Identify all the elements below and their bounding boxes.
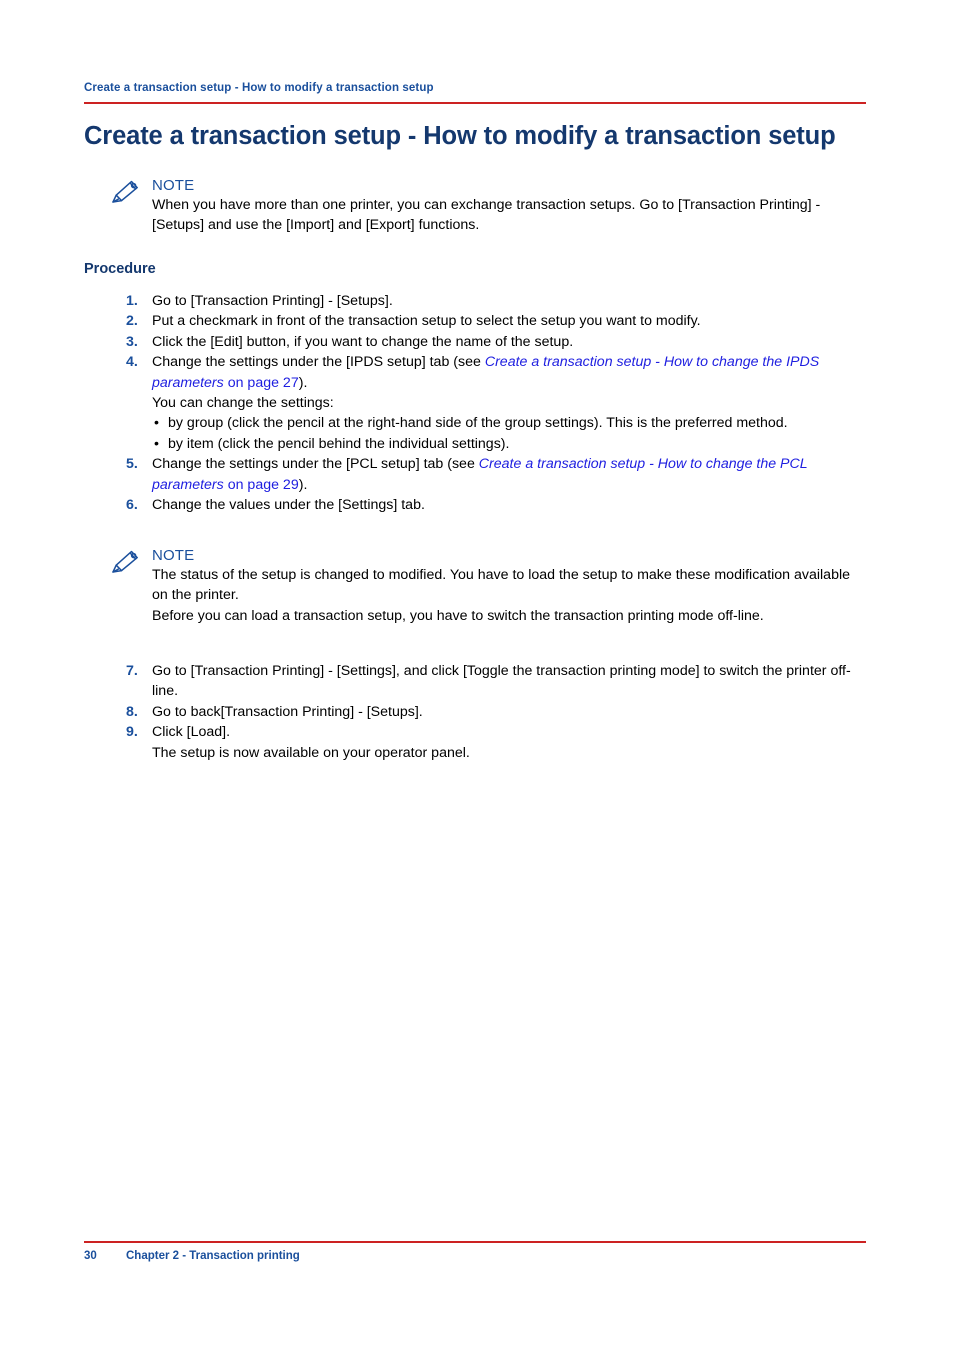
procedure-step-1: 1. Go to [Transaction Printing] - [Setup… — [126, 291, 866, 311]
cross-reference-ipds-page[interactable]: on page 27 — [224, 375, 299, 391]
step-text-4-tail: ). — [298, 374, 308, 391]
step-4-bullet-1-text: by group (click the pencil at the right-… — [168, 415, 788, 432]
procedure-step-2: 2. Put a checkmark in front of the trans… — [126, 311, 866, 331]
note-text-2-line-1: The status of the setup is changed to mo… — [152, 567, 851, 604]
step-text-1: Go to [Transaction Printing] - [Setups]. — [152, 293, 393, 309]
step-text-9: Click [Load]. — [152, 724, 231, 741]
procedure-step-8: 8. Go to back[Transaction Printing] - [S… — [126, 702, 866, 722]
step-4-subline: You can change the settings: — [152, 395, 334, 412]
footer-chapter-label: Chapter 2 - Transaction printing — [126, 1250, 300, 1262]
note-block-1: NOTE When you have more than one printer… — [110, 176, 866, 236]
procedure-step-3: 3. Click the [Edit] button, if you want … — [126, 332, 866, 352]
pencil-icon — [110, 178, 142, 206]
step-4-bullet-2: • by item (click the pencil behind the i… — [152, 434, 866, 454]
step-text-5-lead: Change the settings under the [PCL setup… — [152, 456, 479, 473]
step-number-9: 9. — [126, 724, 138, 741]
step-number-2: 2. — [126, 313, 138, 330]
note-label-2: NOTE — [152, 547, 195, 564]
footer-divider-rule — [84, 1241, 866, 1243]
step-text-5-tail: ). — [298, 476, 308, 493]
step-9-subline: The setup is now available on your opera… — [152, 744, 470, 761]
running-header: Create a transaction setup - How to modi… — [84, 82, 866, 94]
step-4-bullet-1: • by group (click the pencil at the righ… — [152, 413, 866, 433]
step-number-8: 8. — [126, 703, 138, 720]
procedure-step-6: 6. Change the values under the [Settings… — [126, 495, 866, 515]
note-block-2: NOTE The status of the setup is changed … — [110, 546, 866, 626]
note-text-1: When you have more than one printer, you… — [152, 197, 821, 234]
step-number-6: 6. — [126, 497, 138, 514]
step-text-8: Go to back[Transaction Printing] - [Setu… — [152, 703, 423, 720]
step-number-4: 4. — [126, 354, 138, 371]
running-header-text: Create a transaction setup - How to modi… — [84, 82, 434, 94]
note-text-2-line-2: Before you can load a transaction setup,… — [152, 607, 764, 624]
page-title: Create a transaction setup - How to modi… — [84, 122, 836, 150]
bullet-marker-icon: • — [154, 435, 159, 452]
step-text-4-lead: Change the settings under the [IPDS setu… — [152, 354, 485, 371]
document-page: Create a transaction setup - How to modi… — [0, 0, 954, 1350]
procedure-step-list-part1: 1. Go to [Transaction Printing] - [Setup… — [126, 291, 866, 515]
header-divider-rule — [84, 102, 866, 104]
note-body-2: NOTE The status of the setup is changed … — [152, 546, 866, 626]
procedure-step-7: 7. Go to [Transaction Printing] - [Setti… — [126, 661, 866, 702]
step-number-3: 3. — [126, 333, 138, 350]
procedure-step-9: 9. Click [Load]. The setup is now availa… — [126, 722, 866, 763]
step-text-6: Change the values under the [Settings] t… — [152, 497, 425, 514]
page-footer: 30 Chapter 2 - Transaction printing — [84, 1250, 866, 1262]
step-number-7: 7. — [126, 663, 138, 679]
pencil-icon — [110, 548, 142, 576]
step-text-3: Click the [Edit] button, if you want to … — [152, 333, 574, 350]
note-body-1: NOTE When you have more than one printer… — [152, 176, 866, 236]
step-number-1: 1. — [126, 293, 138, 309]
step-text-2: Put a checkmark in front of the transact… — [152, 313, 701, 330]
step-text-7: Go to [Transaction Printing] - [Settings… — [152, 663, 851, 700]
step-4-bullet-2-text: by item (click the pencil behind the ind… — [168, 435, 510, 452]
procedure-heading: Procedure — [84, 261, 156, 277]
procedure-step-5: 5. Change the settings under the [PCL se… — [126, 454, 866, 495]
bullet-marker-icon: • — [154, 415, 159, 432]
step-number-5: 5. — [126, 456, 138, 473]
step-4-bullet-list: • by group (click the pencil at the righ… — [152, 413, 866, 454]
footer-page-number: 30 — [84, 1250, 97, 1262]
procedure-step-4: 4. Change the settings under the [IPDS s… — [126, 352, 866, 454]
cross-reference-pcl-page[interactable]: on page 29 — [224, 477, 299, 493]
note-label-1: NOTE — [152, 177, 195, 194]
procedure-step-list-part2: 7. Go to [Transaction Printing] - [Setti… — [126, 661, 866, 763]
